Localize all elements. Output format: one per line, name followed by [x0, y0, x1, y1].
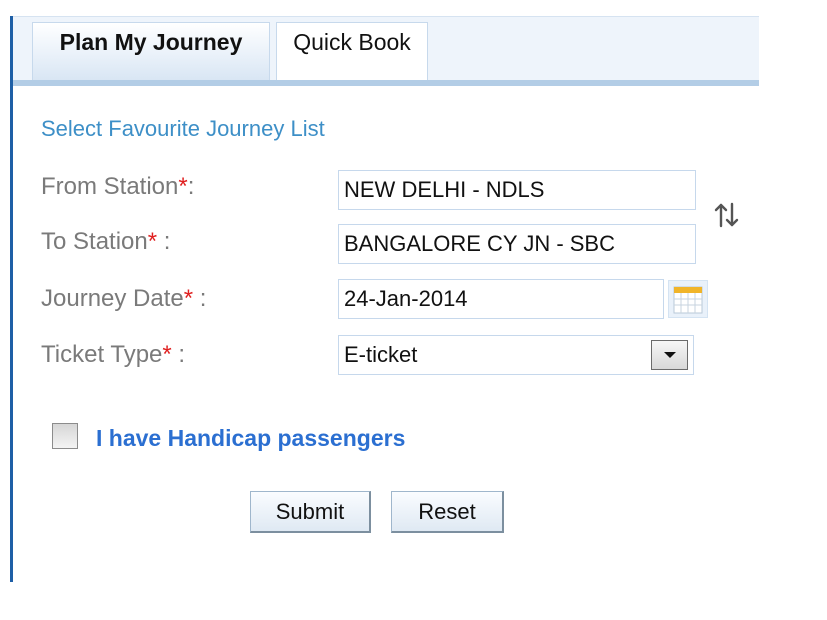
calendar-icon[interactable]	[668, 280, 708, 318]
journey-date-label: Journey Date* :	[41, 285, 207, 312]
ticket-type-select[interactable]: E-ticket	[338, 335, 694, 375]
journey-date-value: 24-Jan-2014	[344, 286, 468, 311]
swap-arrows-icon[interactable]	[713, 202, 741, 228]
journey-date-label-text: Journey Date	[41, 285, 184, 312]
from-station-input[interactable]: NEW DELHI - NDLS	[338, 170, 696, 210]
reset-button[interactable]: Reset	[391, 491, 504, 533]
favourite-journey-link[interactable]: Select Favourite Journey List	[41, 116, 325, 142]
required-marker: *	[183, 285, 194, 312]
required-marker: *	[178, 173, 188, 200]
tab-bar-underline	[13, 80, 759, 86]
handicap-checkbox[interactable]	[52, 423, 78, 449]
to-station-label-text: To Station	[41, 228, 148, 255]
submit-button[interactable]: Submit	[250, 491, 371, 533]
panel-left-border	[10, 16, 13, 582]
journey-date-input[interactable]: 24-Jan-2014	[338, 279, 664, 319]
chevron-down-icon[interactable]	[651, 340, 688, 370]
tab-label: Quick Book	[293, 29, 411, 55]
from-station-label: From Station*:	[41, 173, 195, 200]
to-station-input[interactable]: BANGALORE CY JN - SBC	[338, 224, 696, 264]
from-station-label-text: From Station	[41, 173, 179, 200]
from-station-value: NEW DELHI - NDLS	[344, 177, 545, 202]
ticket-type-value: E-ticket	[344, 342, 418, 367]
required-marker: *	[162, 341, 172, 368]
required-marker: *	[147, 228, 158, 255]
ticket-type-label-text: Ticket Type	[41, 341, 163, 368]
tab-plan-my-journey[interactable]: Plan My Journey	[32, 22, 270, 80]
tab-label: Plan My Journey	[59, 29, 243, 55]
ticket-type-label: Ticket Type* :	[41, 341, 186, 368]
to-station-value: BANGALORE CY JN - SBC	[344, 231, 615, 256]
to-station-label: To Station* :	[41, 228, 171, 255]
reset-button-label: Reset	[418, 498, 476, 524]
handicap-label[interactable]: I have Handicap passengers	[96, 425, 405, 452]
tab-quick-book[interactable]: Quick Book	[276, 22, 428, 80]
submit-button-label: Submit	[275, 498, 345, 524]
